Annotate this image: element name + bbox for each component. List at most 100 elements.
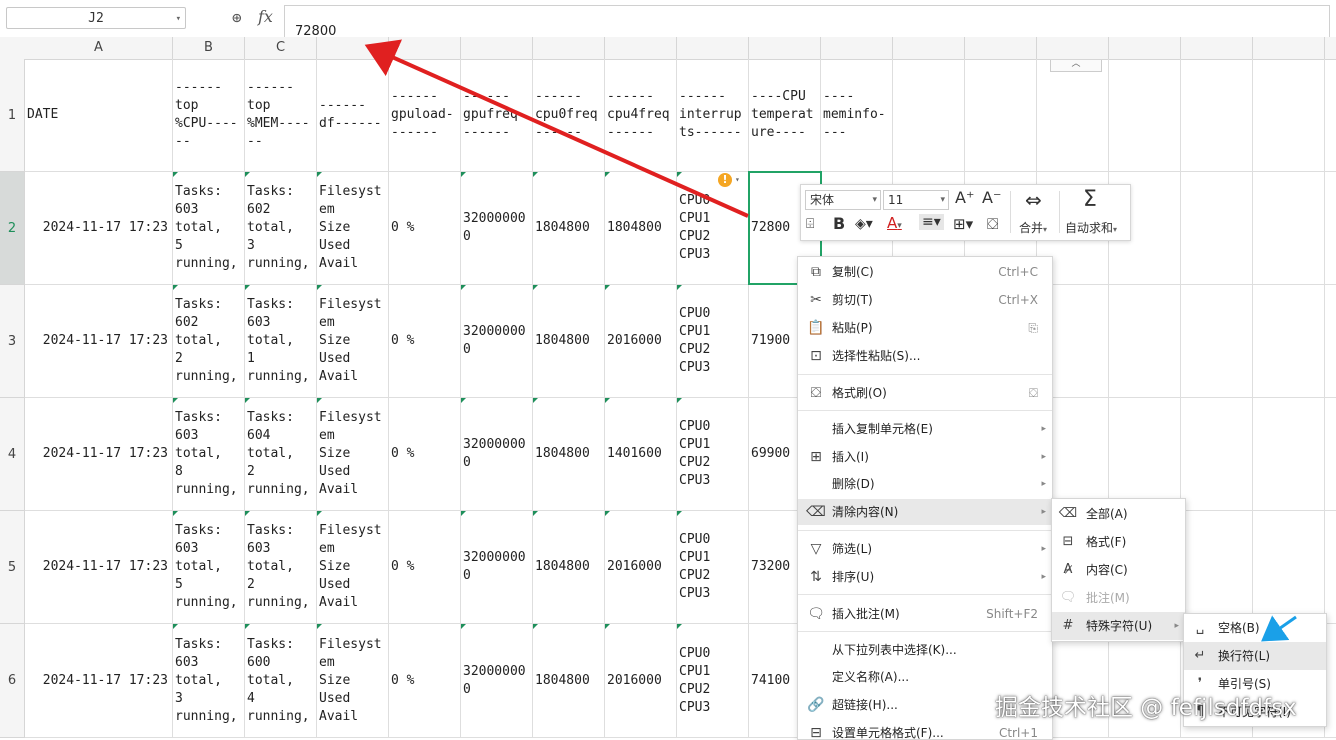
decrease-font-icon[interactable]: A⁻ <box>982 188 1001 207</box>
cell-b6[interactable]: Tasks: 603 total, 3 running, <box>173 624 245 738</box>
format-painter-icon[interactable]: ⛋ <box>987 215 998 233</box>
cell-a2[interactable]: 2024-11-17 17:23 <box>25 172 173 285</box>
cell-i3[interactable]: CPU0 CPU1 CPU2 CPU3 <box>677 285 749 398</box>
menu-item-paste[interactable]: 📋 粘贴(P) ⎘ <box>798 315 1052 341</box>
autosum-button[interactable]: 自动求和▾ <box>1065 219 1117 236</box>
cell-r4[interactable] <box>1325 398 1336 511</box>
font-size-select[interactable]: 11 ▾ <box>883 190 949 210</box>
header-cell-g[interactable]: ------ cpu0freq ------ <box>533 59 605 172</box>
menu-item-format-cells[interactable]: ⊟ 设置单元格格式(F)... Ctrl+1 <box>798 720 1052 739</box>
header-cell-a[interactable]: DATE <box>25 59 173 172</box>
cell-i6[interactable]: CPU0 CPU1 CPU2 CPU3 <box>677 624 749 738</box>
menu-item-filter[interactable]: ▽ 筛选(L) ▸ <box>798 536 1052 562</box>
cell-g4[interactable]: 1804800 <box>533 398 605 511</box>
cell-e2[interactable]: 0 % <box>389 172 461 285</box>
header-cell-l[interactable] <box>893 59 965 172</box>
cell-g5[interactable]: 1804800 <box>533 511 605 624</box>
cell-p4[interactable] <box>1181 398 1253 511</box>
cell-a4[interactable]: 2024-11-17 17:23 <box>25 398 173 511</box>
header-cell-d[interactable]: ------ df------ <box>317 59 389 172</box>
column-header-f[interactable] <box>461 37 533 59</box>
chevron-down-icon[interactable]: ▾ <box>176 8 181 30</box>
row-header-5[interactable]: 5 <box>0 511 25 624</box>
submenu-item-newline[interactable]: ↵ 换行符(L) <box>1184 642 1326 670</box>
cell-a5[interactable]: 2024-11-17 17:23 <box>25 511 173 624</box>
row-header-2[interactable]: 2 <box>0 172 25 285</box>
cell-d4[interactable]: Filesyst em Size Used Avail <box>317 398 389 511</box>
menu-item-pick-list[interactable]: 从下拉列表中选择(K)... <box>798 637 1052 663</box>
cell-g3[interactable]: 1804800 <box>533 285 605 398</box>
submenu-item-clear-formats[interactable]: ⊟ 格式(F) <box>1052 528 1185 556</box>
menu-item-cut[interactable]: ✂ 剪切(T) Ctrl+X <box>798 287 1052 313</box>
cell-h6[interactable]: 2016000 <box>605 624 677 738</box>
menu-item-clear[interactable]: ⌫ 清除内容(N) ▸ <box>798 499 1052 525</box>
column-header-a[interactable]: A <box>25 37 173 59</box>
header-cell-n[interactable] <box>1037 59 1109 172</box>
menu-item-sort[interactable]: ⇅ 排序(U) ▸ <box>798 564 1052 590</box>
header-cell-p[interactable] <box>1181 59 1253 172</box>
column-header-p[interactable] <box>1181 37 1253 59</box>
row-header-1[interactable]: 1 <box>0 59 25 172</box>
row-header-6[interactable]: 6 <box>0 624 25 738</box>
cell-b4[interactable]: Tasks: 603 total, 8 running, <box>173 398 245 511</box>
cell-h2[interactable]: 1804800 <box>605 172 677 285</box>
font-color-icon[interactable]: A▾ <box>887 214 902 232</box>
header-cell-i[interactable]: ------ interrup ts------ <box>677 59 749 172</box>
cell-p2[interactable] <box>1181 172 1253 285</box>
column-header-l[interactable] <box>893 37 965 59</box>
menu-item-copy[interactable]: ⧉ 复制(C) Ctrl+C <box>798 259 1052 285</box>
cell-q4[interactable] <box>1253 398 1325 511</box>
column-header-e[interactable] <box>389 37 461 59</box>
fx-icon[interactable]: fx <box>258 7 273 26</box>
border-icon[interactable]: ⊞▾ <box>953 215 973 233</box>
header-cell-q[interactable] <box>1253 59 1325 172</box>
cell-c4[interactable]: Tasks: 604 total, 2 running, <box>245 398 317 511</box>
cell-d2[interactable]: Filesyst em Size Used Avail <box>317 172 389 285</box>
cell-f5[interactable]: 32000000 0 <box>461 511 533 624</box>
submenu-item-special-chars[interactable]: # 特殊字符(U) ▸ <box>1052 612 1185 640</box>
header-cell-m[interactable] <box>965 59 1037 172</box>
cell-f4[interactable]: 32000000 0 <box>461 398 533 511</box>
submenu-item-clear-comments[interactable]: 🗨 批注(M) <box>1052 584 1185 612</box>
align-icon[interactable]: ≡▾ <box>919 214 944 230</box>
font-family-select[interactable]: 宋体 ▾ <box>805 190 881 210</box>
autosum-icon[interactable]: Σ <box>1083 187 1097 212</box>
cell-c3[interactable]: Tasks: 603 total, 1 running, <box>245 285 317 398</box>
cell-r3[interactable] <box>1325 285 1336 398</box>
brush-icon[interactable]: ⛋ <box>1029 380 1038 406</box>
cell-e3[interactable]: 0 % <box>389 285 461 398</box>
cell-c5[interactable]: Tasks: 603 total, 2 running, <box>245 511 317 624</box>
cell-g2[interactable]: 1804800 <box>533 172 605 285</box>
cell-d5[interactable]: Filesyst em Size Used Avail <box>317 511 389 624</box>
menu-item-paste-special[interactable]: ⊡ 选择性粘贴(S)... <box>798 343 1052 369</box>
cell-c6[interactable]: Tasks: 600 total, 4 running, <box>245 624 317 738</box>
cell-g6[interactable]: 1804800 <box>533 624 605 738</box>
cell-b2[interactable]: Tasks: 603 total, 5 running, <box>173 172 245 285</box>
cell-f2[interactable]: 32000000 0 <box>461 172 533 285</box>
header-cell-k[interactable]: ---- meminfo- --- <box>821 59 893 172</box>
chevron-down-icon[interactable]: ▾ <box>735 175 740 184</box>
row-header-3[interactable]: 3 <box>0 285 25 398</box>
column-header-o[interactable] <box>1109 37 1181 59</box>
menu-item-format-painter[interactable]: ⛋ 格式刷(O) ⛋ <box>798 380 1052 406</box>
cell-h5[interactable]: 2016000 <box>605 511 677 624</box>
header-cell-f[interactable]: ------ gpufreq ------ <box>461 59 533 172</box>
column-header-i[interactable] <box>677 37 749 59</box>
cell-d3[interactable]: Filesyst em Size Used Avail <box>317 285 389 398</box>
row-header-4[interactable]: 4 <box>0 398 25 511</box>
menu-item-insert-copied[interactable]: 插入复制单元格(E) ▸ <box>798 416 1052 442</box>
cell-e4[interactable]: 0 % <box>389 398 461 511</box>
submenu-item-clear-contents[interactable]: A̷ 内容(C) <box>1052 556 1185 584</box>
cell-i2[interactable]: CPU0 CPU1 CPU2 CPU3 <box>677 172 749 285</box>
cell-q2[interactable] <box>1253 172 1325 285</box>
cell-i4[interactable]: CPU0 CPU1 CPU2 CPU3 <box>677 398 749 511</box>
cell-h4[interactable]: 1401600 <box>605 398 677 511</box>
cell-r2[interactable] <box>1325 172 1336 285</box>
cell-b3[interactable]: Tasks: 602 total, 2 running, <box>173 285 245 398</box>
collapse-ribbon-button[interactable]: ︿ <box>1050 60 1102 72</box>
menu-item-insert[interactable]: ⊞ 插入(I) ▸ <box>798 444 1052 470</box>
clear-format-icon[interactable]: ⌹ <box>806 216 814 232</box>
menu-item-insert-comment[interactable]: 🗨 插入批注(M) Shift+F2 <box>798 601 1052 627</box>
cell-h3[interactable]: 2016000 <box>605 285 677 398</box>
cell-a3[interactable]: 2024-11-17 17:23 <box>25 285 173 398</box>
